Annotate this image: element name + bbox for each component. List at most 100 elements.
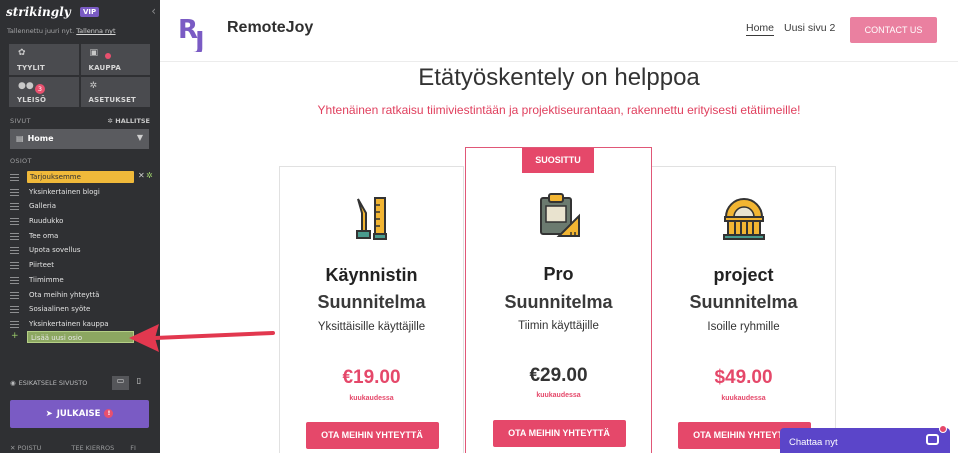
plan-title-line1: project xyxy=(713,265,774,285)
contact-plan-button[interactable]: OTA MEIHIN YHTEYTTÄ xyxy=(305,422,439,449)
brand-name[interactable]: RemoteJoy xyxy=(227,19,313,37)
tile-shop[interactable]: ▣ KAUPPA xyxy=(80,44,150,75)
audience-count-badge: 3 xyxy=(35,83,45,94)
nav-page-2[interactable]: Uusi sivu 2 xyxy=(784,22,835,34)
gear-icon[interactable]: ✲ xyxy=(146,171,153,180)
chat-widget-button[interactable]: Chattaa nyt xyxy=(780,425,950,453)
chevron-down-icon: ▼ xyxy=(136,133,143,142)
save-now-link[interactable]: Tallenna nyt xyxy=(76,27,115,35)
preview-row: ◉ ESIKATSELE SIVUSTO ▭ ▯ xyxy=(10,376,152,391)
section-label: Yksinkertainen blogi xyxy=(29,187,100,196)
drag-handle-icon[interactable] xyxy=(10,232,19,240)
plan-period: kuukaudessa xyxy=(536,392,581,399)
plan-title-line2: Suunnitelma xyxy=(317,292,426,312)
section-item[interactable]: Ruudukko xyxy=(10,215,152,230)
chat-label: Chattaa nyt xyxy=(789,437,838,448)
tile-label: YLEISÖ xyxy=(17,96,47,104)
drag-handle-icon[interactable] xyxy=(10,218,19,226)
plan-audience: Yksittäisille käyttäjille xyxy=(317,321,426,333)
page-select[interactable]: ▤ Home ▼ xyxy=(10,129,149,149)
contact-us-button[interactable]: CONTACT US xyxy=(850,17,937,43)
tile-styles[interactable]: ✿ TYYLIT xyxy=(9,44,79,75)
notification-dot xyxy=(104,53,111,59)
tour-link[interactable]: TEE KIERROS xyxy=(71,444,114,452)
mobile-icon[interactable]: ▯ xyxy=(134,376,144,390)
add-section-label: Lisää uusi osio xyxy=(27,331,134,343)
drag-handle-icon[interactable] xyxy=(10,276,19,284)
rocket-icon: ➤ xyxy=(45,409,53,419)
plan-title-line2: Suunnitelma xyxy=(504,292,613,312)
section-item[interactable]: Piirteet xyxy=(10,259,152,274)
page-title: Etätyöskentely on helppoa xyxy=(418,64,700,91)
editor-tiles: ✿ TYYLIT ▣ KAUPPA ●● 3 YLEISÖ ✲ ASETUKSE… xyxy=(9,44,150,107)
page-icon: ▤ xyxy=(16,134,24,143)
add-section-button[interactable]: + Lisää uusi osio xyxy=(10,331,152,345)
tile-label: KAUPPA xyxy=(88,63,122,72)
plus-icon: + xyxy=(11,331,19,341)
popular-ribbon: SUOSITTU xyxy=(522,148,594,173)
exit-link[interactable]: ✕ POISTU xyxy=(10,444,55,452)
brand-logo-icon[interactable]: R J xyxy=(178,12,216,52)
language-link[interactable]: FI xyxy=(130,444,136,452)
section-item[interactable]: Sosiaalinen syöte xyxy=(10,303,152,318)
svg-text:J: J xyxy=(193,27,205,52)
sections-label: OSIOT xyxy=(10,157,32,165)
plan-audience: Tiimin käyttäjille xyxy=(518,320,599,332)
save-status-text: Tallennettu juuri nyt. xyxy=(7,27,75,35)
drag-handle-icon[interactable] xyxy=(10,291,19,299)
exit-label: POISTU xyxy=(17,444,42,452)
section-label: Galleria xyxy=(29,202,57,211)
editor-sidebar: strikingly VIP ‹ Tallennettu juuri nyt. … xyxy=(0,0,160,453)
contact-plan-button[interactable]: OTA MEIHIN YHTEYTTÄ xyxy=(492,420,626,447)
section-item[interactable]: Ota meihin yhteyttä xyxy=(10,289,152,304)
drag-handle-icon[interactable] xyxy=(10,320,19,328)
section-label: Yksinkertainen kauppa xyxy=(29,319,109,328)
notification-dot xyxy=(939,425,947,433)
section-item[interactable]: Yksinkertainen blogi xyxy=(10,186,152,201)
sidebar-footer: ✕ POISTU TEE KIERROS FI xyxy=(10,444,155,452)
pages-label: SIVUT xyxy=(10,117,31,125)
section-item[interactable]: Upota sovellus xyxy=(10,244,152,259)
publish-button[interactable]: ➤ JULKAISE! xyxy=(10,400,149,428)
plan-period: kuukaudessa xyxy=(721,395,766,402)
chevron-left-icon[interactable]: ‹ xyxy=(151,4,156,18)
desktop-icon[interactable]: ▭ xyxy=(112,376,129,390)
manage-pages-button[interactable]: ✲ HALLITSE xyxy=(108,117,150,125)
drag-handle-icon[interactable] xyxy=(10,203,19,211)
plan-title-line1: Käynnistin xyxy=(325,265,418,285)
section-item[interactable]: Tee oma xyxy=(10,230,152,245)
pricing-card-project: project Suunnitelma Isoille ryhmille $49… xyxy=(651,166,836,453)
publish-label: JULKAISE xyxy=(56,409,101,419)
tile-settings[interactable]: ✲ ASETUKSET xyxy=(80,76,150,107)
plan-period: kuukaudessa xyxy=(349,395,394,402)
plan-price: €29.00 xyxy=(529,365,588,386)
eye-icon: ◉ xyxy=(10,379,16,387)
building-icon xyxy=(722,198,765,240)
shop-bag-icon: ▣ xyxy=(89,48,99,58)
drag-handle-icon[interactable] xyxy=(10,174,19,181)
tile-audience[interactable]: ●● 3 YLEISÖ xyxy=(9,76,79,107)
section-label: Upota sovellus xyxy=(29,246,81,255)
editor-header: strikingly VIP ‹ xyxy=(6,4,156,22)
drag-handle-icon[interactable] xyxy=(10,188,19,196)
drag-handle-icon[interactable] xyxy=(10,247,19,255)
manage-label: HALLITSE xyxy=(115,117,150,125)
plan-title-line1: Pro xyxy=(543,264,574,284)
users-icon: ●● xyxy=(18,80,34,91)
strikingly-logo: strikingly xyxy=(6,5,71,19)
tile-label: ASETUKSET xyxy=(88,96,137,104)
warning-badge: ! xyxy=(104,409,114,418)
section-label: Tiimimme xyxy=(29,275,64,284)
drag-handle-icon[interactable] xyxy=(10,306,19,314)
nav-home[interactable]: Home xyxy=(746,22,775,36)
section-item[interactable]: Galleria xyxy=(10,200,152,215)
section-label: Tee oma xyxy=(29,231,59,240)
drag-handle-icon[interactable] xyxy=(10,262,19,270)
preview-label[interactable]: ESIKATSELE SIVUSTO xyxy=(19,379,88,387)
close-icon[interactable]: ✕ xyxy=(138,171,145,180)
page-select-value: Home xyxy=(27,134,54,143)
section-item[interactable]: Tarjouksemme ✕ ✲ xyxy=(10,171,153,186)
section-label: Ruudukko xyxy=(29,217,64,226)
section-item[interactable]: Tiimimme xyxy=(10,274,152,289)
gear-icon: ✲ xyxy=(107,117,113,125)
